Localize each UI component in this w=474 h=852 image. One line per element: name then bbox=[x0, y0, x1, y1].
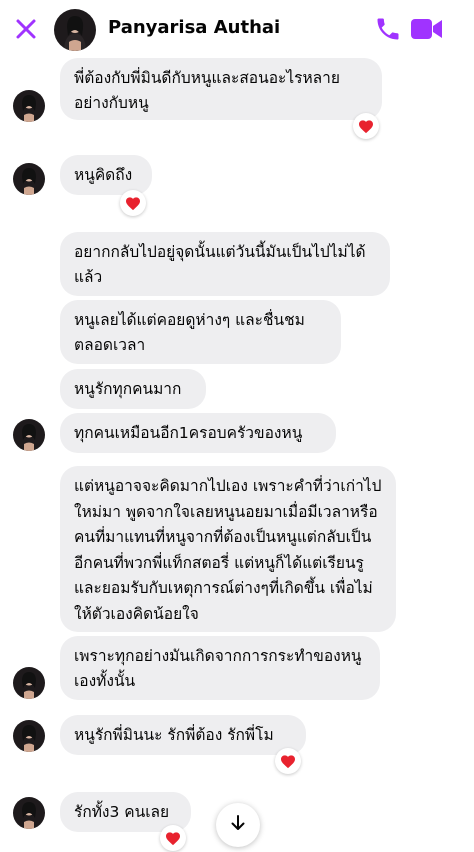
arrow-down-icon bbox=[229, 814, 247, 836]
heart-reaction[interactable] bbox=[275, 748, 301, 774]
heart-reaction[interactable] bbox=[160, 825, 186, 851]
message-bubble[interactable]: ทุกคนเหมือนอีก1ครอบครัวของหนู bbox=[60, 413, 336, 453]
avatar[interactable] bbox=[13, 163, 45, 195]
message-bubble[interactable]: พี่ต้องกับพี่มินดีกับหนูและสอนอะไรหลายอย… bbox=[60, 58, 382, 120]
contact-avatar[interactable] bbox=[54, 9, 96, 51]
avatar[interactable] bbox=[13, 797, 45, 829]
avatar[interactable] bbox=[13, 419, 45, 451]
message-bubble[interactable]: หนูคิดถึง bbox=[60, 155, 152, 195]
phone-icon[interactable] bbox=[374, 15, 402, 43]
message-bubble[interactable]: หนูรักพี่มินนะ รักพี่ต้อง รักพี่โม bbox=[60, 715, 306, 755]
avatar[interactable] bbox=[13, 667, 45, 699]
message-bubble[interactable]: หนูรักทุกคนมาก bbox=[60, 369, 206, 409]
scroll-to-bottom-button[interactable] bbox=[216, 803, 260, 847]
heart-reaction[interactable] bbox=[353, 113, 379, 139]
heart-reaction[interactable] bbox=[120, 190, 146, 216]
message-bubble[interactable]: เพราะทุกอย่างมันเกิดจากการกระทำของหนูเอง… bbox=[60, 636, 380, 700]
message-bubble[interactable]: อยากกลับไปอยู่จุดนั้นแต่วันนี้มันเป็นไปไ… bbox=[60, 232, 390, 296]
message-bubble[interactable]: แต่หนูอาจจะคิดมากไปเอง เพราะคำที่ว่าเก่า… bbox=[60, 466, 396, 632]
avatar[interactable] bbox=[13, 90, 45, 122]
chat-header: Panyarisa Authai bbox=[0, 0, 474, 58]
video-camera-icon[interactable] bbox=[410, 14, 444, 44]
contact-name[interactable]: Panyarisa Authai bbox=[108, 17, 280, 38]
message-bubble[interactable]: หนูเลยได้แต่คอยดูห่างๆ และชื่นชมตลอดเวลา bbox=[60, 300, 341, 364]
close-icon[interactable] bbox=[14, 17, 38, 41]
avatar[interactable] bbox=[13, 720, 45, 752]
